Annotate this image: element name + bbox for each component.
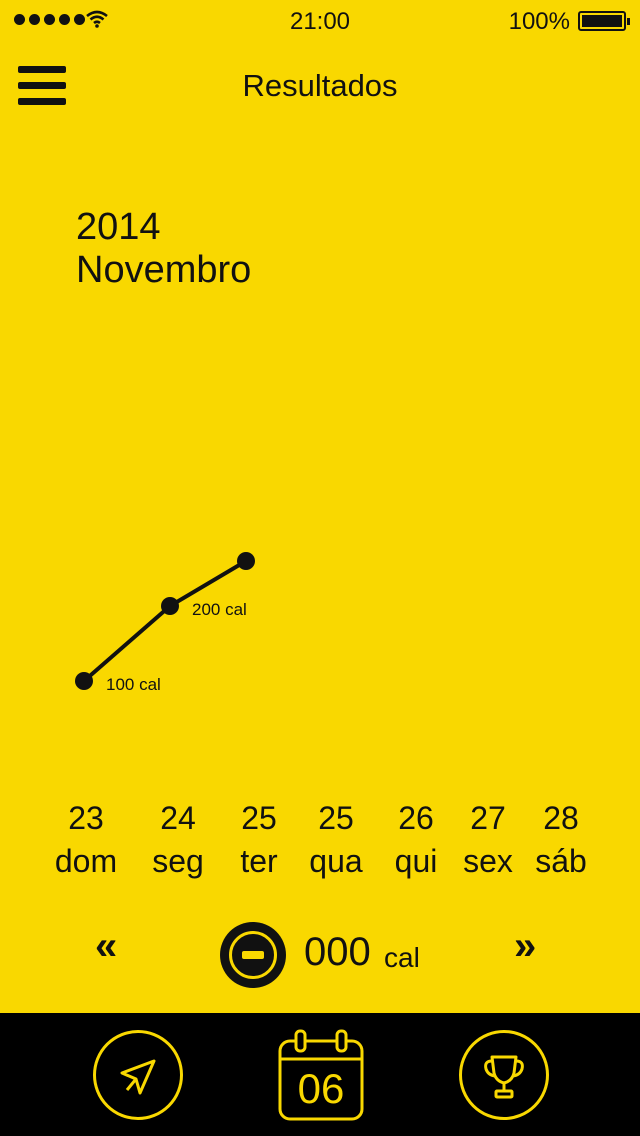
day-number: 25 [241, 800, 277, 836]
calories-value: 000 [304, 930, 371, 974]
send-arrow-icon [120, 1059, 156, 1095]
day-name: sáb [535, 843, 587, 879]
day-dom[interactable]: 23 dom [46, 798, 126, 884]
status-bar: 21:00 100% [0, 0, 640, 40]
tab-send[interactable] [93, 1030, 183, 1120]
trophy-icon [484, 1055, 524, 1099]
page-title: Resultados [242, 68, 398, 103]
year-label: 2014 [76, 206, 161, 248]
calories-unit: cal [384, 942, 420, 973]
data-label: 200 cal [192, 600, 247, 619]
day-number: 24 [160, 800, 196, 836]
day-name: ter [240, 843, 278, 879]
day-ter[interactable]: 25 ter [219, 798, 299, 884]
day-name: seg [152, 843, 204, 879]
day-number: 25 [318, 800, 354, 836]
day-qui[interactable]: 26 qui [376, 798, 456, 884]
day-number: 27 [470, 800, 506, 836]
day-seg[interactable]: 24 seg [138, 798, 218, 884]
bottom-tab-bar: 06 [0, 1013, 640, 1136]
previous-week-button[interactable]: « [95, 924, 117, 969]
day-number: 28 [543, 800, 579, 836]
day-number: 23 [68, 800, 104, 836]
days-row: 23 dom 24 seg 25 ter 25 qua 26 qui 27 se… [0, 798, 640, 888]
battery-percent: 100% [508, 8, 570, 35]
day-sab[interactable]: 28 sáb [521, 798, 601, 884]
month-label: Novembro [76, 249, 252, 291]
day-qua[interactable]: 25 qua [296, 798, 376, 884]
day-name: qui [394, 843, 438, 879]
day-name: qua [309, 843, 363, 879]
series-line [82, 559, 248, 683]
minus-circle-icon[interactable] [220, 922, 286, 988]
data-point [75, 672, 93, 690]
day-name: dom [54, 843, 118, 879]
battery-icon [578, 11, 630, 31]
next-week-button[interactable]: » [514, 924, 536, 969]
data-label: 100 cal [106, 675, 161, 694]
day-name: sex [463, 843, 513, 879]
tab-trophy[interactable] [459, 1030, 549, 1120]
data-point [161, 597, 179, 615]
calories-line-chart: 100 cal 200 cal [75, 552, 255, 694]
data-point [237, 552, 255, 570]
day-sex[interactable]: 27 sex [448, 798, 528, 884]
day-number: 26 [398, 800, 434, 836]
tab-calendar[interactable]: 06 [276, 1027, 366, 1123]
calendar-day: 06 [297, 1065, 345, 1112]
